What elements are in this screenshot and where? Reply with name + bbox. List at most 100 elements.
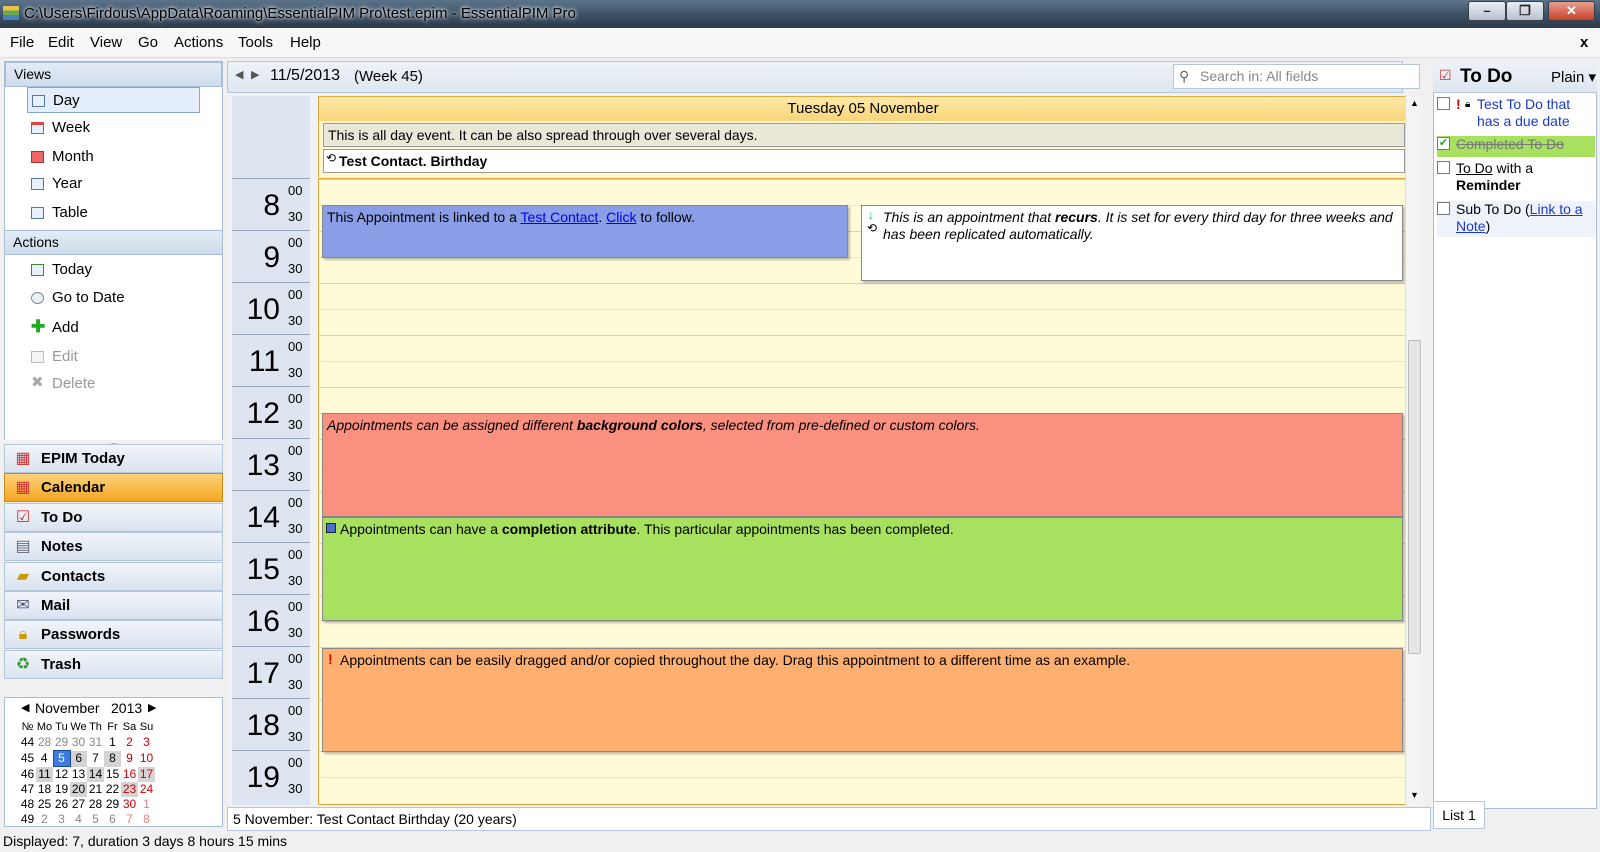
vertical-scrollbar[interactable]: ▲ ▼ — [1405, 96, 1423, 805]
day-cell[interactable]: 6 — [104, 812, 121, 827]
day-cell[interactable]: 27 — [70, 797, 87, 812]
todo-item-reminder[interactable]: To Do with a Reminder — [1437, 160, 1595, 196]
search-input[interactable]: ⚲ Search in: All fields — [1173, 64, 1420, 89]
day-cell[interactable]: 12 — [53, 767, 70, 783]
day-cell[interactable]: 16 — [121, 767, 138, 783]
minimize-button[interactable]: – — [1468, 1, 1506, 21]
action-delete[interactable]: ✖ Delete — [27, 371, 200, 397]
day-cell[interactable]: 28 — [36, 735, 53, 751]
day-cell[interactable]: 15 — [104, 767, 121, 783]
day-cell[interactable]: 13 — [70, 767, 87, 783]
day-cell[interactable]: 19 — [53, 782, 70, 797]
menu-actions[interactable]: Actions — [174, 34, 223, 51]
action-go-to-date[interactable]: Go to Date — [27, 285, 200, 311]
test-contact-link[interactable]: Test Contact — [521, 209, 599, 225]
menu-help[interactable]: Help — [290, 34, 321, 51]
todo-item-subtodo[interactable]: Sub To Do (Link to a Note) — [1437, 201, 1595, 237]
todo-checkbox[interactable] — [1437, 202, 1450, 215]
day-cell[interactable]: 20 — [70, 782, 87, 797]
completed-checkbox[interactable] — [326, 523, 336, 533]
day-cell[interactable]: 18 — [36, 782, 53, 797]
menu-tools[interactable]: Tools — [238, 34, 273, 51]
click-link[interactable]: Click — [606, 209, 636, 225]
day-cell[interactable]: 21 — [87, 782, 104, 797]
day-cell[interactable]: 8 — [138, 812, 155, 827]
todo-checkbox[interactable] — [1437, 161, 1450, 174]
appointment-completed[interactable]: Appointments can have a completion attri… — [322, 517, 1403, 621]
birthday-event[interactable]: ⟲ Test Contact. Birthday — [323, 149, 1405, 173]
nav-trash[interactable]: ♻ Trash — [4, 650, 223, 679]
action-add[interactable]: ✚ Add — [27, 315, 200, 341]
day-cell[interactable]: 7 — [121, 812, 138, 827]
appointment-recurring[interactable]: ↓ ⟲ This is an appointment that recurs. It… — [861, 205, 1403, 281]
nav-contacts[interactable]: ▰ Contacts — [4, 562, 223, 591]
all-day-area[interactable]: This is all day event. It can be also sp… — [318, 121, 1408, 177]
maximize-button[interactable]: ❐ — [1506, 1, 1544, 21]
day-cell[interactable]: 29 — [53, 735, 70, 751]
menu-edit[interactable]: Edit — [48, 34, 74, 51]
day-cell[interactable]: 28 — [87, 797, 104, 812]
day-header[interactable]: Tuesday 05 November — [318, 96, 1408, 122]
day-cell[interactable]: 5 — [87, 812, 104, 827]
day-cell[interactable]: 25 — [36, 797, 53, 812]
day-cell[interactable]: 5 — [52, 750, 71, 767]
view-month[interactable]: Month — [27, 144, 200, 170]
day-cell[interactable]: 3 — [53, 812, 70, 827]
day-cell[interactable]: 1 — [138, 797, 155, 812]
day-cell[interactable]: 29 — [104, 797, 121, 812]
scroll-thumb[interactable] — [1408, 340, 1421, 654]
view-day[interactable]: Day — [27, 87, 200, 113]
day-cell[interactable]: 4 — [36, 751, 53, 767]
day-cell[interactable]: 30 — [121, 797, 138, 812]
nav-epim-today[interactable]: ▦ EPIM Today — [4, 444, 223, 473]
day-cell[interactable]: 8 — [104, 750, 121, 767]
prev-day-icon[interactable]: ◀ — [235, 68, 243, 81]
day-cell[interactable]: 10 — [138, 751, 155, 767]
appointment-orange[interactable]: ! Appointments can be easily dragged and/… — [322, 648, 1403, 752]
todo-item-completed[interactable]: ✔ Completed To Do — [1437, 136, 1595, 157]
nav-mail[interactable]: ✉ Mail — [4, 591, 223, 620]
close-panel-icon[interactable]: x — [1580, 34, 1588, 51]
view-week[interactable]: Week — [27, 115, 200, 141]
all-day-event[interactable]: This is all day event. It can be also sp… — [323, 123, 1405, 147]
day-cell[interactable]: 11 — [36, 766, 53, 782]
day-cell[interactable]: 30 — [70, 735, 87, 751]
scroll-up-icon[interactable]: ▲ — [1410, 98, 1419, 108]
nav-calendar[interactable]: ▦ Calendar — [4, 473, 223, 502]
next-day-icon[interactable]: ▶ — [251, 68, 259, 81]
day-cell[interactable]: 31 — [87, 735, 104, 751]
tab-list-1[interactable]: List 1 — [1433, 801, 1485, 829]
day-cell[interactable]: 24 — [138, 782, 155, 797]
view-year[interactable]: Year — [27, 171, 200, 197]
view-table[interactable]: Table — [27, 200, 200, 226]
day-cell[interactable]: 6 — [70, 750, 87, 767]
day-cell[interactable]: 1 — [104, 735, 121, 751]
day-cell[interactable]: 2 — [36, 812, 53, 827]
todo-checkbox[interactable] — [1437, 97, 1450, 110]
menu-file[interactable]: File — [10, 34, 34, 51]
prev-month-icon[interactable]: ◀ — [21, 701, 29, 714]
day-cell[interactable]: 4 — [70, 812, 87, 827]
day-cell[interactable]: 14 — [87, 766, 104, 782]
todo-mode-dropdown[interactable]: Plain ▾ — [1551, 68, 1596, 86]
day-cell[interactable]: 2 — [121, 735, 138, 751]
todo-checkbox-checked[interactable]: ✔ — [1437, 137, 1450, 150]
appointment-red[interactable]: Appointments can be assigned different b… — [322, 413, 1403, 517]
nav-to-do[interactable]: ☑ To Do — [4, 503, 223, 532]
day-cell[interactable]: 17 — [138, 766, 155, 782]
todo-item-due[interactable]: ! 🔒︎ Test To Do that has a due date — [1437, 96, 1595, 132]
nav-passwords[interactable]: 🔒︎ Passwords — [4, 620, 223, 649]
action-today[interactable]: Today — [27, 257, 200, 283]
menu-go[interactable]: Go — [138, 34, 158, 51]
day-cell[interactable]: 3 — [138, 735, 155, 751]
next-month-icon[interactable]: ▶ — [148, 701, 156, 714]
day-cell[interactable]: 26 — [53, 797, 70, 812]
scroll-down-icon[interactable]: ▼ — [1410, 790, 1419, 800]
day-cell[interactable]: 7 — [87, 751, 104, 767]
day-cell[interactable]: 23 — [121, 782, 138, 797]
appointment-linked[interactable]: This Appointment is linked to a Test Con… — [322, 205, 848, 258]
action-edit[interactable]: Edit — [27, 344, 200, 370]
menu-view[interactable]: View — [90, 34, 122, 51]
day-cell[interactable]: 22 — [104, 782, 121, 797]
nav-notes[interactable]: ▤ Notes — [4, 532, 223, 561]
